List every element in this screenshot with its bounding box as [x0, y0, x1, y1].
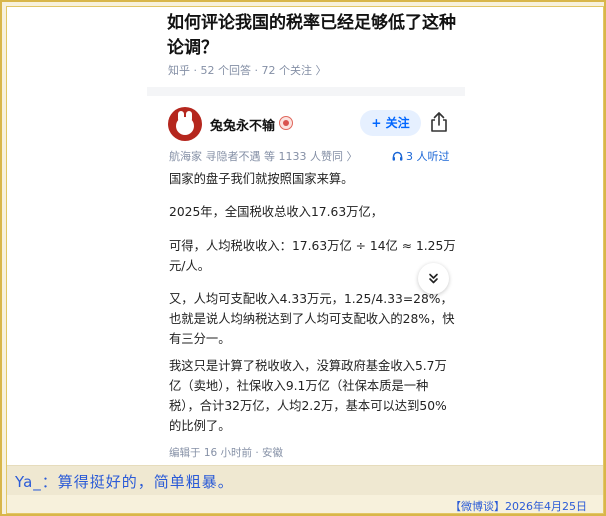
listen-label: 3 人听过: [406, 150, 450, 163]
inner-frame: 如何评论我国的税率已经足够低了这种论调？ 知乎 · 52 个回答 · 72 个关…: [6, 6, 604, 514]
outer-frame: 如何评论我国的税率已经足够低了这种论调？ 知乎 · 52 个回答 · 72 个关…: [0, 0, 606, 516]
collapse-button[interactable]: [418, 263, 449, 294]
answer-paragraph: 可得，人均税收收入：17.63万亿 ÷ 14亿 ≈ 1.25万元/人。: [169, 239, 456, 273]
question-meta[interactable]: 知乎 · 52 个回答 · 72 个关注 〉: [168, 62, 326, 78]
source-label: 【微博谈】2026年4月25日: [450, 500, 587, 513]
answer-paragraph: 国家的盘子我们就按照国家来算。: [169, 172, 354, 186]
author-meta[interactable]: 航海家 寻隐者不遇 等 1133 人赞同 〉: [169, 148, 357, 164]
avatar-face: [176, 117, 194, 135]
answer-paragraph: 又，人均可支配收入4.33万元，1.25/4.33=28%，也就是说人均纳税达到…: [169, 292, 455, 346]
share-icon[interactable]: [429, 111, 449, 133]
zhihu-screenshot: 如何评论我国的税率已经足够低了这种论调？ 知乎 · 52 个回答 · 72 个关…: [7, 7, 603, 465]
chevron-double-down-icon: [429, 273, 438, 284]
follow-button[interactable]: + 关注: [360, 110, 421, 136]
badge-icon: [279, 116, 293, 130]
headphones-icon: [392, 151, 403, 161]
caption-comment: Ya_：算得挺好的，简单粗暴。: [15, 473, 234, 491]
divider: [147, 87, 465, 96]
footer: 【微博谈】2026年4月25日: [7, 495, 603, 513]
answer-paragraph: 2025年，全国税收总收入17.63万亿，: [169, 205, 384, 219]
question-title[interactable]: 如何评论我国的税率已经足够低了这种论调？: [167, 11, 467, 61]
caption-band: Ya_：算得挺好的，简单粗暴。: [7, 465, 603, 495]
edit-meta: 编辑于 16 小时前 · 安徽: [169, 447, 284, 459]
listen-count[interactable]: 3 人听过: [392, 148, 450, 164]
author-name[interactable]: 兔兔永不输: [210, 115, 275, 134]
answer-paragraph: 我这只是计算了税收收入，没算政府基金收入5.7万亿（卖地），社保收入9.1万亿（…: [169, 359, 447, 433]
avatar[interactable]: [168, 107, 202, 141]
